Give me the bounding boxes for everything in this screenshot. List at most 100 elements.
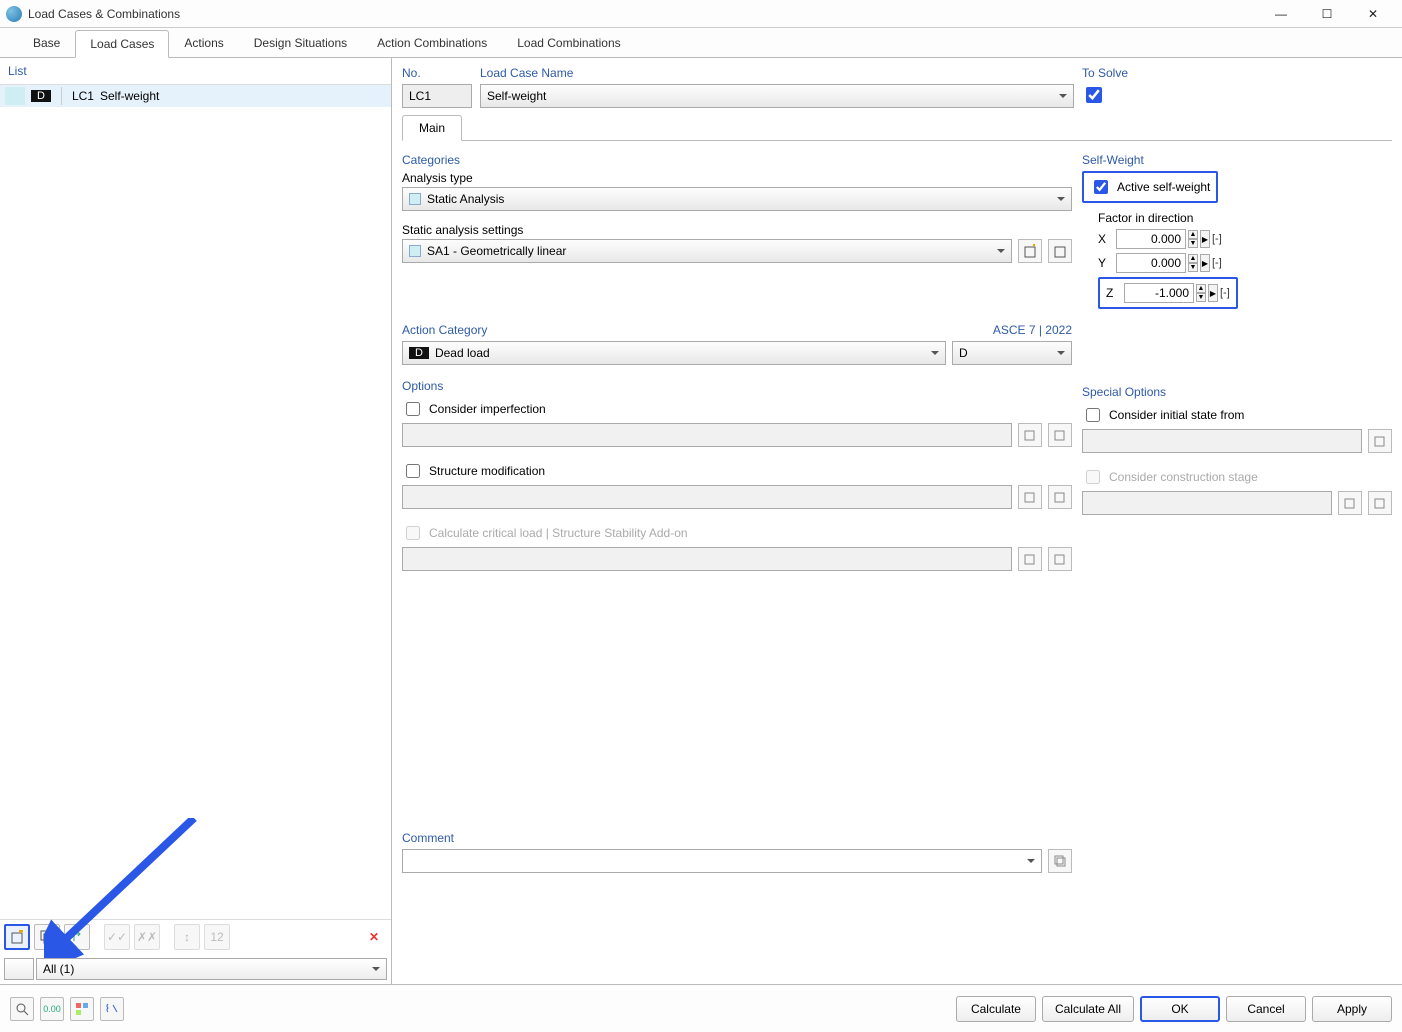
tab-actions[interactable]: Actions [169,29,238,57]
structure-mod-new-button[interactable] [1018,485,1042,509]
app-icon [6,6,22,22]
list-header: List [0,58,391,85]
new-load-case-button[interactable] [4,924,30,950]
new-icon [1024,553,1036,565]
imperfection-edit-button[interactable] [1048,423,1072,447]
comment-title: Comment [402,831,1072,845]
help-button[interactable] [10,997,34,1021]
spin-down-icon[interactable]: ▼ [1188,239,1198,248]
close-button[interactable]: ✕ [1350,0,1396,28]
new-icon [1024,429,1036,441]
copy-load-case-button[interactable] [34,924,60,950]
check-all-button[interactable]: ✓✓ [104,924,130,950]
filter-prefix[interactable] [4,958,34,980]
action-short-select[interactable]: D [952,341,1072,365]
initial-state-edit-button[interactable] [1368,429,1392,453]
structure-mod-field[interactable] [402,485,1012,509]
classify-button[interactable] [70,997,94,1021]
window-title: Load Cases & Combinations [28,7,1258,21]
script-button[interactable] [100,997,124,1021]
structure-mod-edit-button[interactable] [1048,485,1072,509]
factor-x-row: X ▲▼ ▶ [-] [1098,229,1392,249]
new-settings-button[interactable] [1018,239,1042,263]
analysis-type-select[interactable]: Static Analysis [402,187,1072,211]
new-icon [1024,491,1036,503]
factor-y-input[interactable] [1116,253,1186,273]
spin-down-icon[interactable]: ▼ [1196,293,1206,302]
critical-field [402,547,1012,571]
critical-edit-button[interactable] [1048,547,1072,571]
delete-button[interactable]: ✕ [361,924,387,950]
edit-icon [1374,497,1386,509]
static-settings-label: Static analysis settings [402,223,1072,237]
units-button[interactable]: 0.00 [40,997,64,1021]
comment-copy-button[interactable] [1048,849,1072,873]
structure-mod-check[interactable]: Structure modification [402,461,1072,481]
tab-design-situations[interactable]: Design Situations [239,29,362,57]
active-self-weight-highlight: Active self-weight [1082,171,1218,203]
list-item[interactable]: D LC1 Self-weight [0,85,391,107]
initial-state-check[interactable]: Consider initial state from [1082,405,1392,425]
tab-base[interactable]: Base [18,29,75,57]
spin-down-icon[interactable]: ▼ [1188,263,1198,272]
spin-up-icon[interactable]: ▲ [1188,230,1198,239]
subtab-main[interactable]: Main [402,115,462,141]
ok-button[interactable]: OK [1140,996,1220,1022]
spin-up-icon[interactable]: ▲ [1196,284,1206,293]
static-settings-select[interactable]: SA1 - Geometrically linear [402,239,1012,263]
shift-icon [70,930,84,944]
tab-load-cases[interactable]: Load Cases [75,30,169,58]
new-icon [1023,244,1037,258]
critical-load-check: Calculate critical load | Structure Stab… [402,523,1072,543]
uncheck-all-button[interactable]: ✗✗ [134,924,160,950]
tab-load-combinations[interactable]: Load Combinations [502,29,635,57]
construction-stage-edit-button[interactable] [1368,491,1392,515]
no-field[interactable]: LC1 [402,84,472,108]
load-case-color [5,87,25,105]
imperfection-field[interactable] [402,423,1012,447]
tab-action-combinations[interactable]: Action Combinations [362,29,502,57]
maximize-button[interactable]: ☐ [1304,0,1350,28]
comment-field[interactable] [402,849,1042,873]
construction-stage-new-button[interactable] [1338,491,1362,515]
critical-new-button[interactable] [1018,547,1042,571]
minimize-button[interactable]: — [1258,0,1304,28]
calculate-all-button[interactable]: Calculate All [1042,996,1134,1022]
calculate-button[interactable]: Calculate [956,996,1036,1022]
cancel-button[interactable]: Cancel [1226,996,1306,1022]
expand-icon[interactable]: ▶ [1200,230,1210,248]
shift-button[interactable] [64,924,90,950]
name-select[interactable]: Self-weight [480,84,1074,108]
imperfection-new-button[interactable] [1018,423,1042,447]
expand-icon[interactable]: ▶ [1208,284,1218,302]
sort-button[interactable]: ↕ [174,924,200,950]
edit-settings-button[interactable] [1048,239,1072,263]
classify-icon [75,1002,89,1016]
edit-icon [1054,491,1066,503]
special-options-title: Special Options [1082,385,1392,399]
filter-combo[interactable]: All (1) [36,958,387,980]
active-self-weight-check[interactable]: Active self-weight [1090,177,1210,197]
apply-button[interactable]: Apply [1312,996,1392,1022]
spin-up-icon[interactable]: ▲ [1188,254,1198,263]
factor-z-input[interactable] [1124,283,1194,303]
name-label: Load Case Name [480,66,1074,80]
analysis-type-swatch [409,193,421,205]
factor-x-input[interactable] [1116,229,1186,249]
static-settings-swatch [409,245,421,257]
design-code-ref: ASCE 7 | 2022 [993,323,1072,337]
categories-title: Categories [402,153,1072,167]
to-solve-checkbox[interactable] [1086,87,1102,103]
copy-icon [40,930,54,944]
copy-icon [1054,855,1066,867]
renumber-button[interactable]: 12 [204,924,230,950]
titlebar: Load Cases & Combinations — ☐ ✕ [0,0,1402,28]
consider-imperfection-check[interactable]: Consider imperfection [402,399,1072,419]
action-category-select[interactable]: D Dead load [402,341,946,365]
initial-state-field[interactable] [1082,429,1362,453]
action-category-title: Action Category [402,323,487,337]
construction-stage-check: Consider construction stage [1082,467,1392,487]
factor-direction-label: Factor in direction [1098,211,1392,225]
list-area: D LC1 Self-weight [0,85,391,919]
expand-icon[interactable]: ▶ [1200,254,1210,272]
